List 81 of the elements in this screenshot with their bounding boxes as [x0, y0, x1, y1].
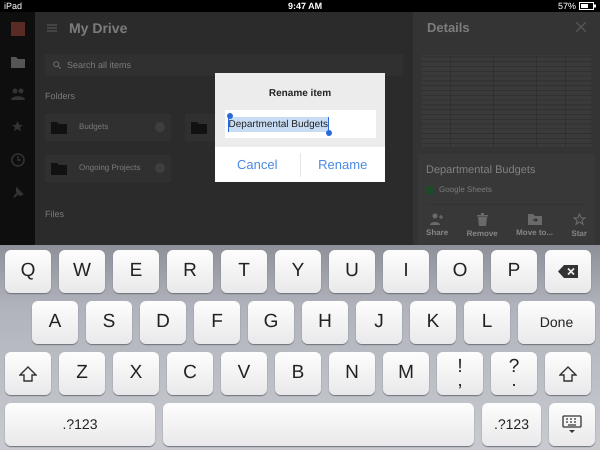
keyboard-key[interactable]: J [356, 301, 402, 344]
keyboard-key[interactable]: H [302, 301, 348, 344]
key-symbol: . [511, 374, 517, 388]
keyboard-key[interactable]: B [275, 352, 321, 395]
panel-title: Details [427, 18, 470, 37]
keyboard-key[interactable]: U [329, 250, 375, 293]
keyboard-key[interactable]: A [32, 301, 78, 344]
rename-button[interactable]: Rename [300, 152, 385, 176]
keyboard-key[interactable]: C [167, 352, 213, 395]
keyboard-key[interactable]: P [491, 250, 537, 293]
battery-icon [579, 2, 596, 10]
done-key[interactable]: Done [518, 301, 595, 344]
keyboard-key[interactable]: K [410, 301, 456, 344]
keyboard-key[interactable]: D [140, 301, 186, 344]
keyboard-key[interactable]: ? . [491, 352, 537, 395]
keyboard-key[interactable]: Z [59, 352, 105, 395]
battery-percent: 57% [558, 2, 576, 10]
sheets-icon [426, 186, 433, 194]
keyboard-key[interactable]: E [113, 250, 159, 293]
pin-icon[interactable] [12, 187, 24, 199]
selection-handle-icon [226, 113, 232, 119]
hide-keyboard-key[interactable] [549, 403, 595, 446]
shift-key[interactable] [5, 352, 51, 395]
keyboard-key[interactable]: L [464, 301, 510, 344]
keyboard-key[interactable]: F [194, 301, 240, 344]
close-icon[interactable] [576, 22, 586, 32]
folder-icon [51, 120, 67, 134]
file-name: Departmental Budgets [426, 162, 536, 178]
search-field[interactable]: Search all items [45, 54, 403, 76]
keyboard-key[interactable]: Q [5, 250, 51, 293]
keyboard-key[interactable]: V [221, 352, 267, 395]
dialog-title: Rename item [268, 87, 332, 101]
section-heading: Folders [45, 90, 76, 103]
search-icon [53, 61, 61, 69]
key-symbol: ! [457, 360, 463, 374]
keyboard-key[interactable]: X [113, 352, 159, 395]
file-type: Google Sheets [439, 184, 492, 196]
selection-handle-icon [326, 130, 332, 136]
clock-time: 9:47 AM [288, 2, 322, 10]
folder-icon [51, 162, 67, 174]
shift-key[interactable] [545, 352, 591, 395]
folder-name: Budgets [79, 121, 110, 133]
keyboard-key[interactable]: R [167, 250, 213, 293]
folder-name: Ongoing Projects [79, 162, 142, 174]
numbers-key[interactable]: .?123 [5, 403, 155, 446]
keyboard-key[interactable]: G [248, 301, 294, 344]
trash-icon [476, 213, 488, 226]
add-person-icon [430, 213, 444, 226]
keyboard-key[interactable]: M [383, 352, 429, 395]
keyboard-key[interactable]: N [329, 352, 375, 395]
keyboard-icon [562, 414, 582, 434]
keyboard-key[interactable]: ! , [437, 352, 483, 395]
people-icon[interactable] [10, 88, 24, 100]
name-field[interactable]: Departmental Budgets [224, 110, 376, 138]
keyboard-key[interactable]: T [221, 250, 267, 293]
field-text: Departmental Budgets [228, 116, 330, 132]
keyboard-key[interactable]: S [86, 301, 132, 344]
page-title: My Drive [69, 18, 128, 38]
backspace-icon [558, 265, 578, 278]
folder-arrow-icon [528, 213, 542, 226]
keyboard-key[interactable]: I [383, 250, 429, 293]
space-key[interactable] [163, 403, 474, 446]
key-symbol: ? [508, 360, 520, 374]
avatar[interactable] [10, 22, 24, 36]
keyboard-key[interactable]: W [59, 250, 105, 293]
cancel-button[interactable]: Cancel [215, 152, 300, 176]
star-icon[interactable] [11, 120, 24, 133]
numbers-key[interactable]: .?123 [482, 403, 541, 446]
star-icon [572, 213, 586, 226]
section-heading: Files [45, 208, 64, 220]
shift-icon [19, 366, 37, 382]
drive-folder-icon[interactable] [10, 56, 24, 68]
menu-icon[interactable] [47, 24, 57, 32]
shift-icon [559, 366, 577, 382]
folder-icon [191, 120, 207, 134]
keyboard-key[interactable]: O [437, 250, 483, 293]
keyboard-key[interactable]: Y [275, 250, 321, 293]
backspace-key[interactable] [545, 250, 591, 293]
key-symbol: , [457, 374, 463, 388]
clock-icon[interactable] [10, 153, 24, 167]
device-name: iPad [4, 2, 22, 10]
